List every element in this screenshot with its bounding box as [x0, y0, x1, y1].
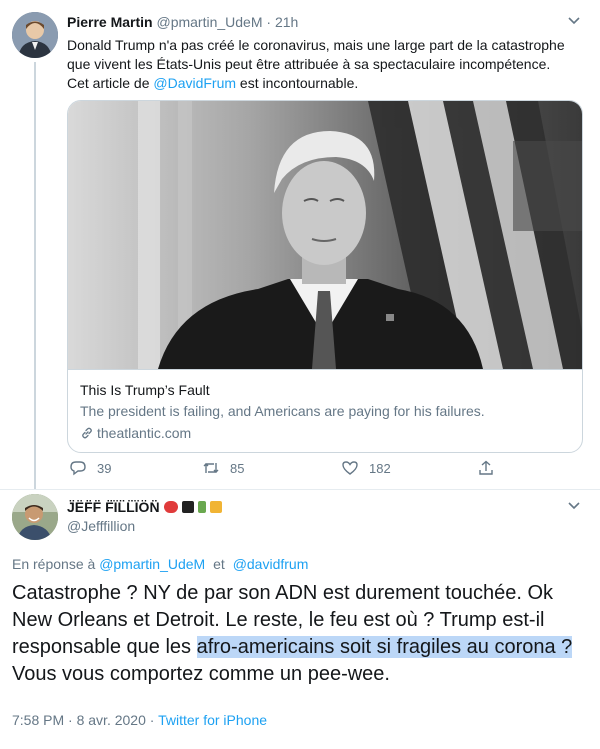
retweet-count: 85: [230, 460, 245, 476]
link-icon: [82, 427, 92, 439]
tweet-actions: 39 85 182: [67, 458, 497, 478]
mask-emoji-icon: [163, 501, 178, 513]
pirate-flag-emoji-icon: [181, 501, 194, 513]
card-body[interactable]: This Is Trump’s Fault The president is f…: [68, 369, 582, 452]
card-title: This Is Trump’s Fault: [80, 382, 210, 398]
card-description: The president is failing, and Americans …: [80, 403, 485, 419]
retweet-button[interactable]: 85: [202, 458, 244, 478]
tweet-text-part2: est incontournable.: [236, 75, 359, 91]
reply-author-handle[interactable]: @Jefffillion: [67, 518, 135, 534]
original-tweet[interactable]: Pierre Martin @pmartin_UdeM · 21h Donald…: [0, 0, 600, 490]
reply-source[interactable]: Twitter for iPhone: [158, 712, 267, 728]
tweet-text: Donald Trump n'a pas créé le coronavirus…: [67, 36, 567, 93]
share-button[interactable]: [477, 458, 495, 478]
reply-meta: 7:58 PM · 8 avr. 2020 · Twitter for iPho…: [12, 712, 267, 728]
reply-tweet-text: Catastrophe ? NY de par son ADN est dure…: [12, 580, 592, 688]
reply-author-avatar[interactable]: [12, 494, 58, 540]
thread-line: [34, 62, 36, 490]
share-icon: [479, 460, 493, 475]
reply-time[interactable]: 7:58 PM: [12, 712, 64, 728]
author-avatar[interactable]: [12, 12, 58, 58]
replying-to-user1[interactable]: @pmartin_UdeM: [99, 556, 205, 572]
reply-author-name[interactable]: J̈ËF̈F̈ F̈ÏL̈L̈ÏÖN̈: [67, 499, 160, 515]
chevron-down-icon[interactable]: [566, 12, 582, 28]
like-count: 182: [369, 460, 391, 476]
mention-link[interactable]: @DavidFrum: [153, 75, 236, 91]
reply-text-part2: Vous vous comportez comme un pee-wee.: [12, 663, 390, 685]
reply-count: 39: [97, 460, 112, 476]
reply-author-name-row: J̈ËF̈F̈ F̈ÏL̈L̈ÏÖN̈: [67, 499, 222, 515]
reply-text-highlighted: afro-americains soit si fragiles au coro…: [196, 636, 573, 658]
replying-to-and: et: [213, 556, 225, 572]
replying-to-label: En réponse à: [12, 556, 96, 572]
reply-date[interactable]: 8 avr. 2020: [77, 712, 146, 728]
meta-separator-1: ·: [68, 712, 73, 728]
card-domain-row: theatlantic.com: [80, 423, 570, 443]
reply-button[interactable]: 39: [69, 458, 111, 478]
golfer-emoji-icon: [197, 501, 206, 513]
tweet-divider: [0, 489, 600, 490]
replying-to-user2[interactable]: @davidfrum: [233, 556, 309, 572]
like-button[interactable]: 182: [341, 458, 391, 478]
retweet-icon: [203, 463, 219, 473]
chevron-down-icon[interactable]: [566, 497, 582, 513]
separator-dot: ·: [266, 14, 272, 30]
card-domain: theatlantic.com: [97, 425, 192, 441]
reply-icon: [70, 461, 86, 476]
card-image[interactable]: [68, 101, 582, 369]
replying-to: En réponse à @pmartin_UdeM et @davidfrum: [12, 556, 308, 572]
author-name[interactable]: Pierre Martin: [67, 14, 153, 30]
meta-separator-2: ·: [149, 712, 155, 728]
tweet-time[interactable]: 21h: [275, 14, 298, 30]
author-handle[interactable]: @pmartin_UdeM: [156, 14, 262, 30]
link-card[interactable]: This Is Trump’s Fault The president is f…: [67, 100, 583, 453]
beer-emoji-icon: [209, 501, 222, 513]
heart-icon: [342, 461, 358, 475]
tweet-header: Pierre Martin @pmartin_UdeM · 21h: [67, 14, 298, 30]
